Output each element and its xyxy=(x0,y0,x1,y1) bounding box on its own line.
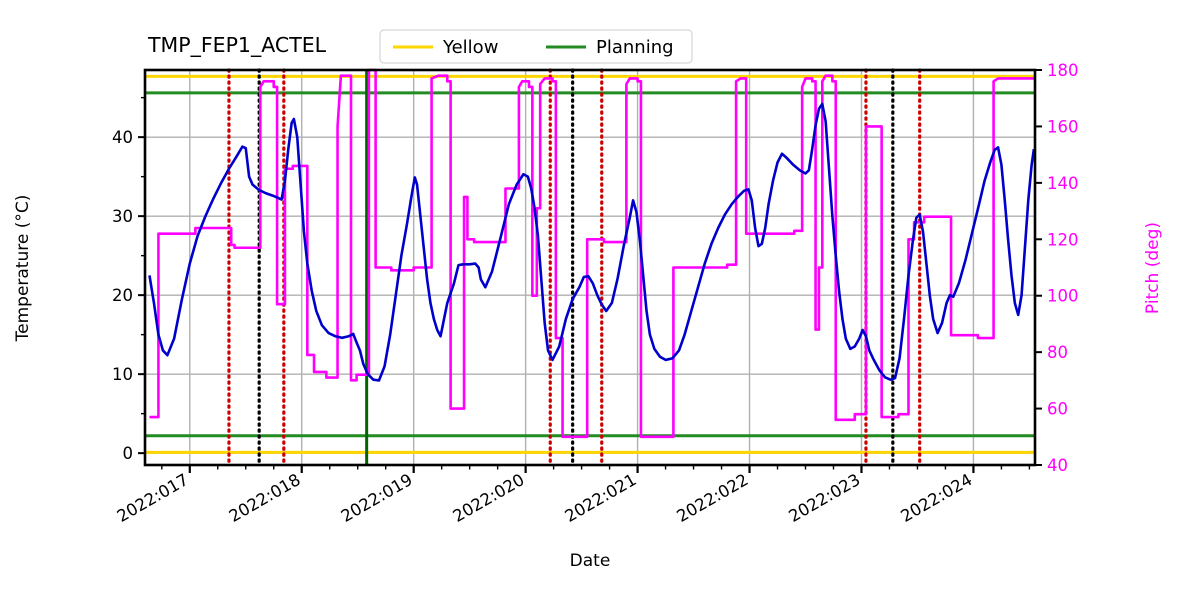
y-tick-label-right: 100 xyxy=(1047,287,1079,306)
y-tick-label-left: 0 xyxy=(123,444,134,463)
chart-canvas: 0102030404060801001201401601802022:017 20… xyxy=(0,0,1200,600)
x-axis-label: Date xyxy=(570,551,611,571)
y-tick-label-right: 60 xyxy=(1047,400,1068,419)
chart-figure: 0 10 20 30 40 40 60 80 100 120 140 160 180 2022:017 20… xyxy=(0,0,1200,600)
legend-label-planning: Planning xyxy=(596,37,674,58)
chart-legend[interactable]: Yellow Planning xyxy=(379,29,693,64)
legend-label-yellow: Yellow xyxy=(442,37,498,58)
y-tick-label-right: 80 xyxy=(1047,343,1068,362)
y-axis-label: Temperature (°C) xyxy=(13,195,33,343)
y-tick-label-left: 20 xyxy=(112,286,133,305)
y-tick-label-right: 180 xyxy=(1047,61,1079,80)
y-tick-label-left: 10 xyxy=(112,365,133,384)
y-tick-label-right: 160 xyxy=(1047,117,1079,136)
y-tick-label-right: 40 xyxy=(1047,456,1068,475)
chart-title: TMP_FEP1_ACTEL xyxy=(147,33,327,58)
y-tick-label-right: 140 xyxy=(1047,174,1079,193)
y-axis-label-right: Pitch (deg) xyxy=(1143,222,1163,314)
y-tick-label-right: 120 xyxy=(1047,230,1079,249)
y-tick-label-left: 30 xyxy=(112,207,133,226)
y-tick-label-left: 40 xyxy=(112,128,133,147)
